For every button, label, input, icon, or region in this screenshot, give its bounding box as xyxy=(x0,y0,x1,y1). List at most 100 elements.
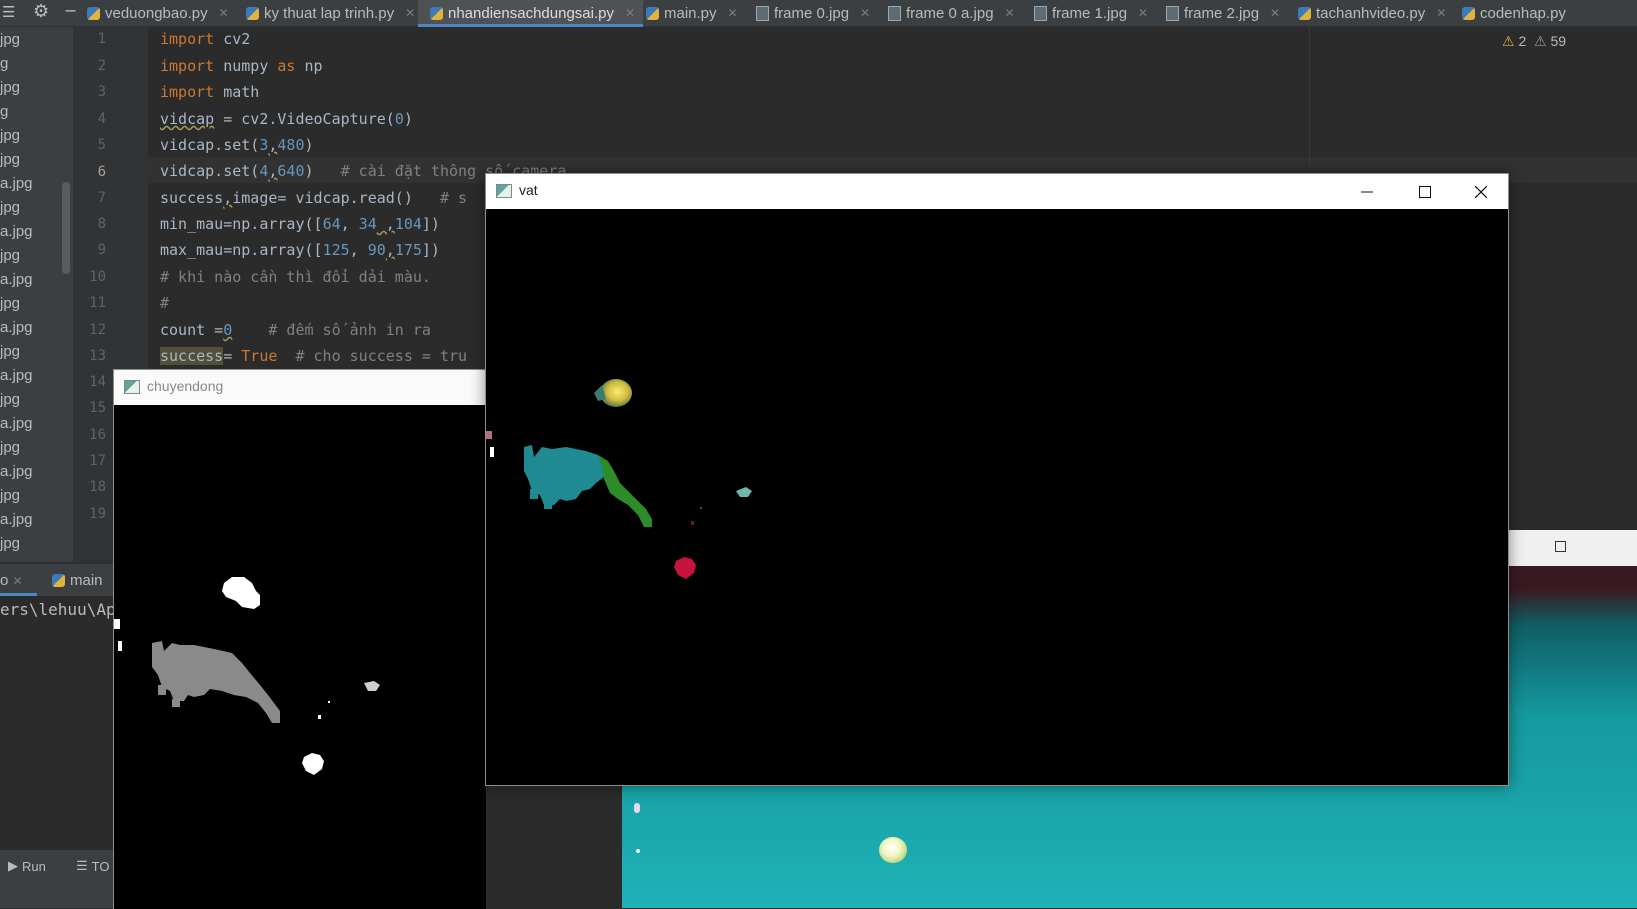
code-line-5[interactable]: vidcap.set(3,480) xyxy=(160,136,314,154)
run-tab-main[interactable]: main xyxy=(52,572,103,589)
tab-label: frame 0.jpg xyxy=(774,4,850,22)
code-line-8[interactable]: min_mau=np.array([64, 34 ,104]) xyxy=(160,215,440,233)
project-file[interactable]: jpg xyxy=(0,79,20,96)
inspection-widget[interactable]: ⚠ 2 ⚠ 59 xyxy=(1502,33,1566,50)
code-line-1[interactable]: import cv2 xyxy=(160,30,250,48)
close-tab-icon[interactable]: ✕ xyxy=(1138,6,1148,20)
code-text: min_mau=np.array([ xyxy=(160,215,323,233)
code-line-7[interactable]: success,image= vidcap.read() # s xyxy=(160,189,467,207)
tab-label: main.py xyxy=(664,4,717,22)
project-file[interactable]: g xyxy=(0,55,8,72)
code-line-3[interactable]: import math xyxy=(160,83,259,101)
close-tab-icon[interactable]: ✕ xyxy=(728,6,738,20)
tab-frame-2[interactable]: frame 2.jpg ✕ xyxy=(1166,0,1280,26)
close-tab-icon[interactable]: ✕ xyxy=(1436,6,1446,20)
close-tab-icon[interactable]: ✕ xyxy=(1270,6,1280,20)
weak-warning-icon: ⚠ xyxy=(1534,33,1547,49)
project-file[interactable]: a.jpg xyxy=(0,271,33,288)
project-file[interactable]: jpg xyxy=(0,199,20,216)
close-tab-icon[interactable]: ✕ xyxy=(219,6,229,20)
line-number: 2 xyxy=(97,58,106,74)
window-titlebar[interactable]: chuyendong xyxy=(114,370,486,405)
maximize-icon[interactable] xyxy=(1555,541,1566,552)
tab-veduongbao[interactable]: veduongbao.py ✕ xyxy=(87,0,229,26)
maximize-icon[interactable] xyxy=(1402,174,1448,209)
button-label: TO xyxy=(91,858,110,874)
line-number: 1 xyxy=(97,31,106,47)
tab-main[interactable]: main.py ✕ xyxy=(646,0,738,26)
tab-frame-0-a[interactable]: frame 0 a.jpg ✕ xyxy=(888,0,1015,26)
highlight-spot xyxy=(634,803,640,813)
code-text: , xyxy=(349,241,368,259)
code-line-9[interactable]: max_mau=np.array([125, 90,175]) xyxy=(160,241,440,259)
tab-frame-0[interactable]: frame 0.jpg ✕ xyxy=(756,0,870,26)
comment: # đếm số ảnh in ra xyxy=(232,321,431,339)
minimize-icon[interactable] xyxy=(1344,174,1390,209)
run-tool-button[interactable]: ▶ Run xyxy=(8,858,46,874)
window-titlebar[interactable]: vat xyxy=(486,174,1508,209)
project-file[interactable]: jpg xyxy=(0,487,20,504)
masked-object-image xyxy=(486,379,752,579)
tab-ky-thuat-lap-trinh[interactable]: ky thuat lap trinh.py ✕ xyxy=(246,0,415,26)
close-tab-icon[interactable]: ✕ xyxy=(13,574,23,588)
project-file[interactable]: a.jpg xyxy=(0,415,33,432)
mask-noise xyxy=(328,701,330,703)
play-icon: ▶ xyxy=(8,858,18,873)
tab-tachanhvideo[interactable]: tachanhvideo.py ✕ xyxy=(1298,0,1446,26)
project-file[interactable]: a.jpg xyxy=(0,511,33,528)
project-file[interactable]: jpg xyxy=(0,127,20,144)
green-object xyxy=(598,455,652,527)
project-file[interactable]: a.jpg xyxy=(0,175,33,192)
project-file[interactable]: jpg xyxy=(0,535,20,552)
number-literal: 104 xyxy=(394,215,422,233)
code-text: , xyxy=(385,241,395,259)
line-number: 19 xyxy=(89,506,106,522)
code-line-11[interactable]: # xyxy=(160,294,169,312)
project-file[interactable]: a.jpg xyxy=(0,367,33,384)
hamburger-icon[interactable]: ☰ xyxy=(2,3,15,21)
project-file[interactable]: jpg xyxy=(0,343,20,360)
close-tab-icon[interactable]: ✕ xyxy=(860,6,870,20)
close-tab-icon[interactable]: ✕ xyxy=(1005,6,1015,20)
code-line-10[interactable]: # khi nào cần thì đổi dải màu. xyxy=(160,268,431,286)
teal-fragment xyxy=(530,489,538,499)
motion-mask-view xyxy=(114,405,486,909)
run-tab-previous[interactable]: o ✕ xyxy=(0,572,23,589)
comment: # xyxy=(160,294,170,312)
project-file[interactable]: g xyxy=(0,103,8,120)
mask-blob-gray xyxy=(152,641,280,723)
project-file[interactable]: a.jpg xyxy=(0,319,33,336)
code-line-4[interactable]: vidcap = cv2.VideoCapture(0) xyxy=(160,110,413,128)
run-console[interactable]: ers\lehuu\Ap xyxy=(0,596,116,850)
tab-codenhap[interactable]: codenhap.py xyxy=(1462,0,1566,26)
code-line-2[interactable]: import numpy as np xyxy=(160,57,323,75)
python-file-icon xyxy=(430,6,443,20)
code-line-12[interactable]: count =0 # đếm số ảnh in ra xyxy=(160,321,431,339)
line-number: 10 xyxy=(89,269,106,285)
project-file[interactable]: jpg xyxy=(0,151,20,168)
project-file[interactable]: a.jpg xyxy=(0,223,33,240)
tab-nhandiensachdungsai[interactable]: nhandiensachdungsai.py ✕ xyxy=(418,0,644,27)
code-text: = xyxy=(223,347,242,365)
line-number: 8 xyxy=(97,216,106,232)
project-scrollbar[interactable] xyxy=(62,182,70,274)
project-file[interactable]: jpg xyxy=(0,295,20,312)
project-file[interactable]: jpg xyxy=(0,439,20,456)
minimize-glyph xyxy=(1361,191,1373,192)
project-file[interactable]: a.jpg xyxy=(0,463,33,480)
mask-blob-top xyxy=(222,577,260,609)
red-object xyxy=(674,557,696,579)
gear-icon[interactable]: ⚙ xyxy=(33,1,49,22)
todo-tool-button[interactable]: ☰ TO xyxy=(76,858,109,874)
close-icon[interactable] xyxy=(1458,174,1504,209)
close-tab-icon[interactable]: ✕ xyxy=(625,6,635,20)
weak-warning-count: 59 xyxy=(1550,33,1567,49)
project-file[interactable]: jpg xyxy=(0,31,20,48)
tab-frame-1[interactable]: frame 1.jpg ✕ xyxy=(1034,0,1148,26)
code-line-13[interactable]: success= True # cho success = tru xyxy=(160,347,467,365)
close-tab-icon[interactable]: ✕ xyxy=(405,6,415,20)
collapse-icon[interactable]: − xyxy=(64,1,77,20)
project-file[interactable]: jpg xyxy=(0,247,20,264)
line-number: 18 xyxy=(89,479,106,495)
project-file[interactable]: jpg xyxy=(0,391,20,408)
